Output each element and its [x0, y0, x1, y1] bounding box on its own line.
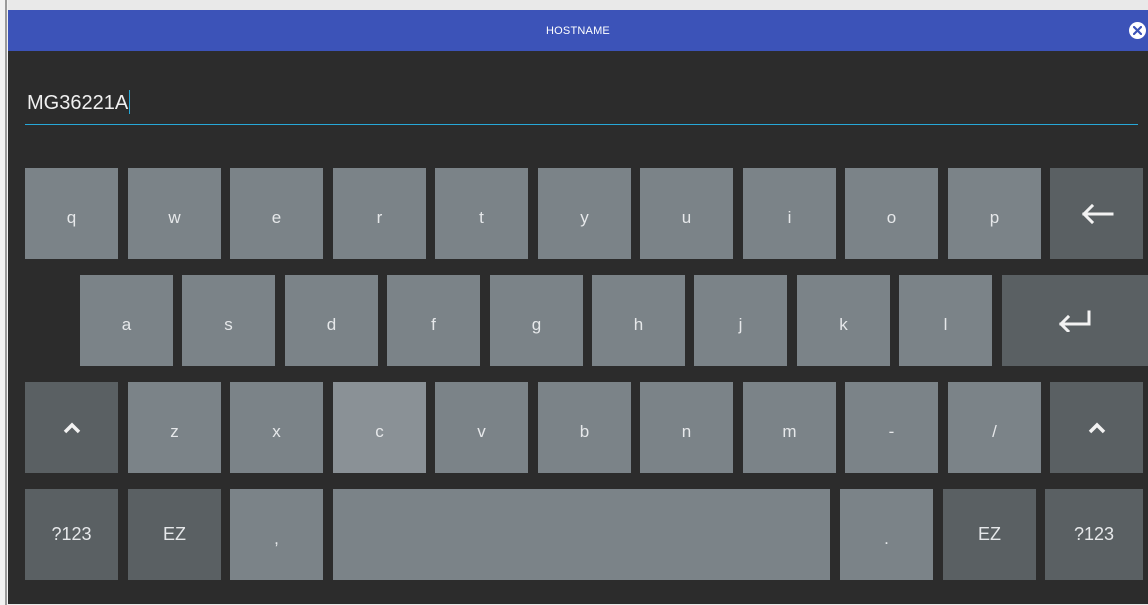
dialog-title: HOSTNAME: [546, 24, 610, 37]
enter-key[interactable]: [1002, 275, 1148, 366]
hostname-input[interactable]: MG36221A: [25, 82, 1138, 125]
window-edge: [0, 0, 8, 605]
key-label: b: [579, 421, 590, 441]
key-label: c: [375, 421, 384, 441]
close-glyph: [1133, 26, 1142, 35]
key-y[interactable]: y: [538, 168, 631, 259]
key-label: x: [272, 421, 281, 441]
key-c[interactable]: c: [333, 382, 426, 473]
key-label: y: [580, 207, 589, 227]
key-b[interactable]: b: [538, 382, 631, 473]
key-w[interactable]: w: [128, 168, 221, 259]
key-u[interactable]: u: [640, 168, 733, 259]
key-d[interactable]: d: [285, 275, 378, 366]
key-label: m: [782, 421, 797, 441]
key-i[interactable]: i: [743, 168, 836, 259]
key-e[interactable]: e: [230, 168, 323, 259]
key-x[interactable]: x: [230, 382, 323, 473]
shift-icon: [1088, 422, 1105, 433]
key-label: g: [531, 314, 542, 334]
enter-icon: [1058, 310, 1091, 332]
hostname-input-value: MG36221A: [27, 92, 129, 114]
key-label: /: [992, 421, 997, 441]
key-o[interactable]: o: [845, 168, 938, 259]
key-s[interactable]: s: [182, 275, 275, 366]
shift-left-key[interactable]: [25, 382, 118, 473]
key-m[interactable]: m: [743, 382, 836, 473]
key-label: k: [839, 314, 848, 334]
key-label: q: [66, 207, 77, 227]
shift-icon: [63, 422, 80, 433]
ez-left-key[interactable]: EZ: [128, 489, 221, 580]
key-v[interactable]: v: [435, 382, 528, 473]
key-label: o: [886, 207, 897, 227]
key-label: i: [787, 207, 792, 227]
key-label: p: [989, 207, 1000, 227]
ez-right-key[interactable]: EZ: [943, 489, 1036, 580]
key-q[interactable]: q: [25, 168, 118, 259]
key-label: w: [168, 207, 181, 227]
key-slash[interactable]: /: [948, 382, 1041, 473]
key-label: f: [431, 314, 436, 334]
key-label: t: [479, 207, 484, 227]
key-label: s: [224, 314, 233, 334]
key-label: d: [326, 314, 337, 334]
key-k[interactable]: k: [797, 275, 890, 366]
key-label: EZ: [977, 524, 1001, 544]
backspace-icon: [1081, 203, 1113, 224]
key-p[interactable]: p: [948, 168, 1041, 259]
key-n[interactable]: n: [640, 382, 733, 473]
key-label: n: [681, 421, 692, 441]
key-period[interactable]: .: [840, 489, 933, 580]
key-label: v: [477, 421, 486, 441]
key-label: -: [888, 421, 895, 441]
text-caret: [129, 90, 131, 114]
symbols-left-key[interactable]: ?123: [25, 489, 118, 580]
key-label: EZ: [162, 524, 186, 544]
key-label: r: [376, 207, 383, 227]
key-z[interactable]: z: [128, 382, 221, 473]
key-hyphen[interactable]: -: [845, 382, 938, 473]
key-label: ?123: [51, 524, 92, 544]
shift-right-key[interactable]: [1050, 382, 1143, 473]
title-bar: HOSTNAME: [8, 10, 1148, 51]
key-label: h: [633, 314, 644, 334]
key-f[interactable]: f: [387, 275, 480, 366]
key-label: z: [170, 421, 179, 441]
keyboard-dialog: HOSTNAME MG36221A q w e r t y u i o p a …: [8, 10, 1148, 604]
key-label: ?123: [1073, 524, 1115, 544]
key-label: u: [681, 207, 692, 227]
symbols-right-key[interactable]: ?123: [1045, 489, 1143, 580]
key-comma[interactable]: ,: [230, 489, 323, 580]
key-l[interactable]: l: [899, 275, 992, 366]
key-label: e: [271, 207, 282, 227]
key-t[interactable]: t: [435, 168, 528, 259]
backspace-key[interactable]: [1050, 168, 1143, 259]
key-label: l: [943, 314, 948, 334]
close-icon[interactable]: [1129, 22, 1146, 39]
key-a[interactable]: a: [80, 275, 173, 366]
key-g[interactable]: g: [490, 275, 583, 366]
key-label: a: [121, 314, 132, 334]
space-key[interactable]: [333, 489, 830, 580]
key-j[interactable]: j: [694, 275, 787, 366]
key-h[interactable]: h: [592, 275, 685, 366]
key-label: j: [738, 314, 743, 334]
key-r[interactable]: r: [333, 168, 426, 259]
key-label: .: [884, 528, 889, 548]
key-label: ,: [274, 528, 279, 548]
